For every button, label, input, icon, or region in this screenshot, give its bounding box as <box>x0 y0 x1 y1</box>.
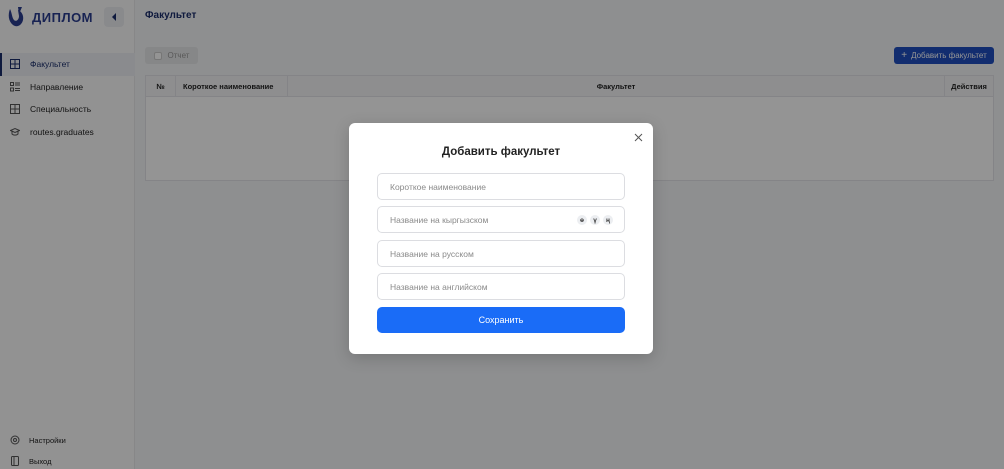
close-button[interactable] <box>632 131 644 143</box>
modal-title: Добавить факультет <box>441 146 561 158</box>
kyrgyz-char-buttons: ө ү ң <box>577 215 613 225</box>
save-button[interactable]: Сохранить <box>377 307 625 333</box>
name-en-input[interactable] <box>377 273 625 300</box>
kg-char-button[interactable]: ү <box>590 215 600 225</box>
kg-char-button[interactable]: ө <box>577 215 587 225</box>
kg-char-button[interactable]: ң <box>603 215 613 225</box>
name-ru-input[interactable] <box>377 240 625 267</box>
close-icon <box>634 133 642 141</box>
add-faculty-modal: Добавить факультет ө ү ң Сохранить <box>349 123 653 354</box>
short-name-input[interactable] <box>377 173 625 200</box>
